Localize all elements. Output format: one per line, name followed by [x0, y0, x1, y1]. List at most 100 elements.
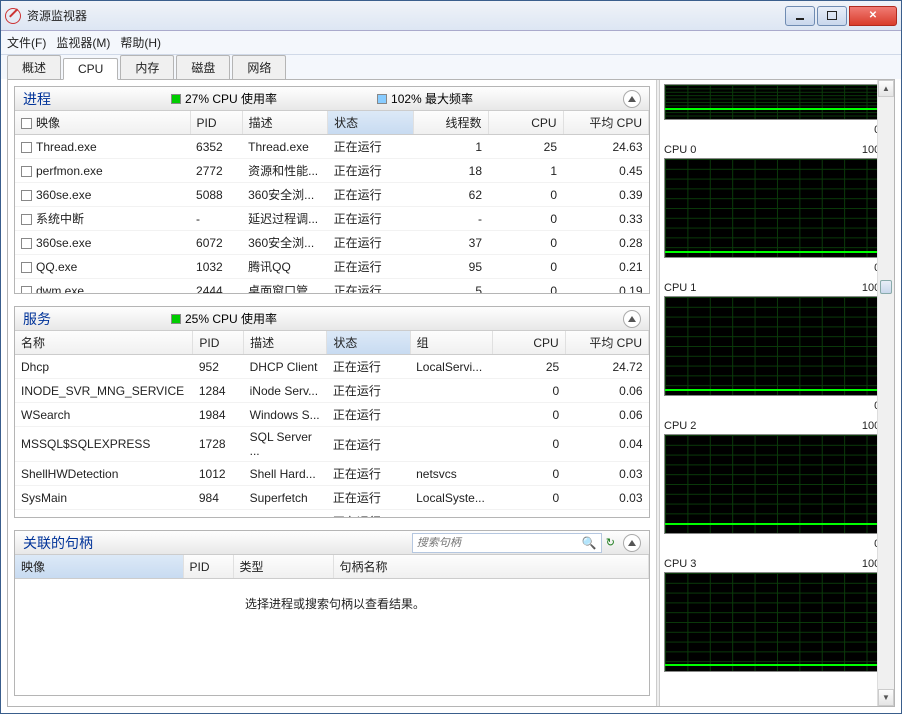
handles-search-input[interactable]: [417, 537, 582, 549]
table-row[interactable]: SysMain984Superfetch正在运行LocalSyste...00.…: [15, 486, 649, 510]
col-name[interactable]: 名称: [15, 331, 193, 355]
menubar: 文件(F) 监视器(M) 帮助(H): [1, 31, 901, 55]
cpu-usage-text: 27% CPU 使用率: [185, 90, 277, 107]
overview-pct: 0%: [664, 124, 890, 136]
right-pane: 0% CPU 0100% 0% CPU 1100% 0% CPU 2100% 0…: [660, 80, 894, 706]
checkbox-all[interactable]: [21, 118, 32, 129]
cpu0-label: CPU 0: [664, 144, 696, 156]
services-header[interactable]: 服务 25% CPU 使用率: [15, 307, 649, 331]
table-row[interactable]: WSearch1984Windows S...正在运行00.06: [15, 403, 649, 427]
tab-overview[interactable]: 概述: [7, 55, 61, 79]
svc-cpu-swatch: [171, 314, 181, 324]
scroll-down-icon[interactable]: ▼: [878, 689, 894, 706]
menu-help[interactable]: 帮助(H): [120, 34, 161, 51]
processes-header[interactable]: 进程 27% CPU 使用率 102% 最大频率: [15, 87, 649, 111]
refresh-icon[interactable]: ↻: [606, 536, 615, 549]
cpu2-pct: 0%: [664, 538, 890, 550]
collapse-icon[interactable]: [623, 310, 641, 328]
row-checkbox[interactable]: [21, 238, 32, 249]
handles-title: 关联的句柄: [23, 533, 93, 553]
row-checkbox[interactable]: [21, 166, 32, 177]
col-pid[interactable]: PID: [183, 555, 233, 579]
col-avgcpu[interactable]: 平均 CPU: [563, 111, 648, 135]
cpu3-chart: [664, 572, 890, 672]
menu-monitor[interactable]: 监视器(M): [56, 34, 110, 51]
processes-table: 映像 PID 描述 状态 线程数 CPU 平均 CPU Thread.exe63…: [15, 111, 649, 293]
handles-header[interactable]: 关联的句柄 🔍 ↻: [15, 531, 649, 555]
cpu0-chart: [664, 158, 890, 258]
handles-search-box: 🔍: [412, 533, 602, 553]
left-pane: 进程 27% CPU 使用率 102% 最大频率 映像: [8, 80, 656, 706]
maximize-button[interactable]: [817, 6, 847, 26]
app-icon: [5, 8, 21, 24]
app-window: 资源监视器 文件(F) 监视器(M) 帮助(H) 概述 CPU 内存 磁盘 网络…: [0, 0, 902, 714]
table-row[interactable]: 360se.exe5088360安全浏...正在运行6200.39: [15, 183, 649, 207]
col-status[interactable]: 状态: [328, 111, 413, 135]
right-scrollbar[interactable]: ▲ ▼: [877, 80, 894, 706]
search-icon[interactable]: 🔍: [582, 536, 597, 550]
table-row[interactable]: perfmon.exe2772资源和性能...正在运行1810.45: [15, 159, 649, 183]
col-cpu[interactable]: CPU: [488, 111, 563, 135]
table-row[interactable]: ShellHWDetection1012Shell Hard...正在运行net…: [15, 462, 649, 486]
table-row[interactable]: 360se.exe6072360安全浏...正在运行3700.28: [15, 231, 649, 255]
col-pid[interactable]: PID: [190, 111, 242, 135]
table-row[interactable]: Dhcp952DHCP Client正在运行LocalServi...2524.…: [15, 355, 649, 379]
table-row[interactable]: Thread.exe6352Thread.exe正在运行12524.63: [15, 135, 649, 159]
max-freq-swatch: [377, 94, 387, 104]
scroll-up-icon[interactable]: ▲: [878, 80, 894, 97]
window-title: 资源监视器: [27, 7, 87, 24]
table-row[interactable]: MSSQL$SQLEXPRESS1728SQL Server ...正在运行00…: [15, 427, 649, 462]
cpu2-chart: [664, 434, 890, 534]
row-checkbox[interactable]: [21, 142, 32, 153]
col-image[interactable]: 映像: [15, 555, 183, 579]
row-checkbox[interactable]: [21, 190, 32, 201]
tab-disk[interactable]: 磁盘: [176, 55, 230, 79]
tab-content: 进程 27% CPU 使用率 102% 最大频率 映像: [7, 79, 895, 707]
titlebar[interactable]: 资源监视器: [1, 1, 901, 31]
table-row[interactable]: dwm.exe2444桌面窗口管...正在运行500.19: [15, 279, 649, 294]
handles-table: 映像 PID 类型 句柄名称: [15, 555, 649, 579]
cpu1-pct: 0%: [664, 400, 890, 412]
minimize-button[interactable]: [785, 6, 815, 26]
col-pid[interactable]: PID: [193, 331, 244, 355]
row-checkbox[interactable]: [21, 286, 32, 293]
handles-section: 关联的句柄 🔍 ↻ 映像 PID 类型 句柄名称: [14, 530, 650, 696]
svc-cpu-text: 25% CPU 使用率: [185, 310, 277, 327]
tabbar: 概述 CPU 内存 磁盘 网络: [1, 55, 901, 79]
max-freq-text: 102% 最大频率: [391, 90, 473, 107]
services-table: 名称 PID 描述 状态 组 CPU 平均 CPU Dhcp952DHCP Cl…: [15, 331, 649, 517]
row-checkbox[interactable]: [21, 214, 32, 225]
col-name[interactable]: 句柄名称: [333, 555, 649, 579]
table-row[interactable]: 系统中断-延迟过程调...正在运行-00.33: [15, 207, 649, 231]
menu-file[interactable]: 文件(F): [7, 34, 46, 51]
tab-network[interactable]: 网络: [232, 55, 286, 79]
services-section: 服务 25% CPU 使用率 名称 PID 描述 状态 组: [14, 306, 650, 518]
col-status[interactable]: 状态: [327, 331, 410, 355]
col-avgcpu[interactable]: 平均 CPU: [565, 331, 648, 355]
table-row[interactable]: INODE_SVR_MNG_SERVICE1284iNode Serv...正在…: [15, 379, 649, 403]
cpu1-chart: [664, 296, 890, 396]
col-desc[interactable]: 描述: [244, 331, 327, 355]
processes-section: 进程 27% CPU 使用率 102% 最大频率 映像: [14, 86, 650, 294]
tab-memory[interactable]: 内存: [120, 55, 174, 79]
scroll-thumb[interactable]: [880, 280, 892, 294]
col-image[interactable]: 映像: [36, 116, 60, 130]
cpu-overview-chart: [664, 84, 890, 120]
col-cpu[interactable]: CPU: [492, 331, 565, 355]
tab-cpu[interactable]: CPU: [63, 58, 118, 80]
table-row[interactable]: QQ.exe1032腾讯QQ正在运行9500.21: [15, 255, 649, 279]
col-threads[interactable]: 线程数: [413, 111, 488, 135]
close-button[interactable]: [849, 6, 897, 26]
cpu1-label: CPU 1: [664, 282, 696, 294]
col-desc[interactable]: 描述: [242, 111, 327, 135]
cpu0-pct: 0%: [664, 262, 890, 274]
collapse-icon[interactable]: [623, 534, 641, 552]
collapse-icon[interactable]: [623, 90, 641, 108]
row-checkbox[interactable]: [21, 262, 32, 273]
cpu3-label: CPU 3: [664, 558, 696, 570]
col-group[interactable]: 组: [410, 331, 492, 355]
processes-title: 进程: [23, 89, 51, 109]
col-type[interactable]: 类型: [233, 555, 333, 579]
services-title: 服务: [23, 309, 51, 329]
table-row[interactable]: PlugPlay740Plug and P...正在运行DcomLau...00…: [15, 510, 649, 518]
